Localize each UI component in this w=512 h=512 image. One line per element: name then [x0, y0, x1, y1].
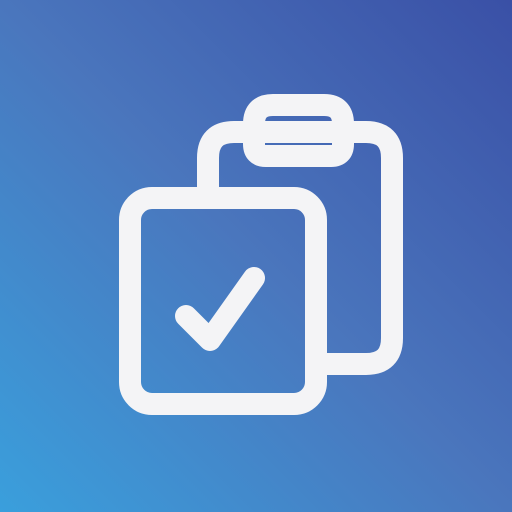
- background: [0, 0, 512, 512]
- app-icon: [0, 0, 512, 512]
- clipboard-check-icon: [0, 0, 512, 512]
